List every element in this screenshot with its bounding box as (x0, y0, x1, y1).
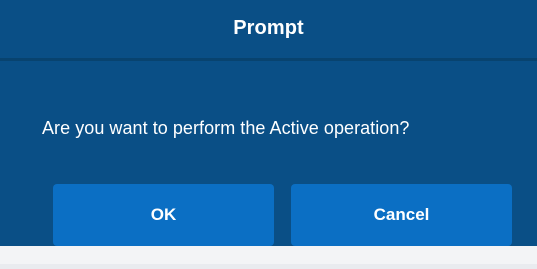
prompt-dialog: Prompt Are you want to perform the Activ… (0, 0, 537, 269)
dialog-title: Prompt (233, 17, 304, 39)
dialog-message: Are you want to perform the Active opera… (42, 118, 410, 138)
dialog-header: Prompt (0, 0, 537, 61)
page-background-strip-bottom (0, 264, 537, 269)
ok-button[interactable]: OK (53, 184, 274, 246)
cancel-button[interactable]: Cancel (291, 184, 512, 246)
